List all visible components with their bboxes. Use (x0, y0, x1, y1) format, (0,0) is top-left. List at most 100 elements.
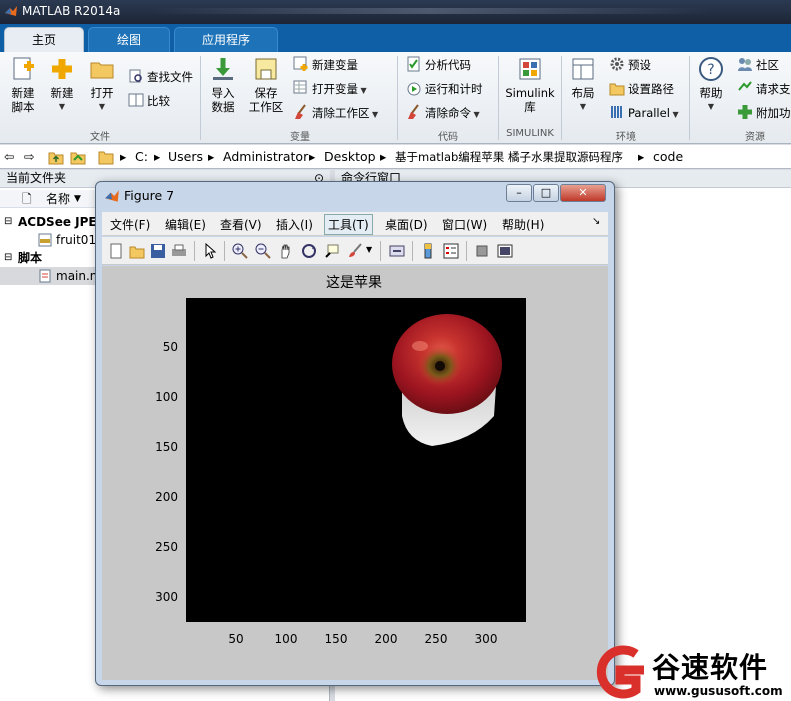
compare-button[interactable]: 比较 (128, 92, 170, 112)
menu-window[interactable]: 窗口(W) (442, 216, 487, 233)
app-title: MATLAB R2014a (22, 4, 121, 18)
save-icon[interactable] (150, 243, 166, 259)
new-script-button[interactable]: 新建 脚本 (6, 56, 40, 114)
analyze-code-button[interactable]: 分析代码 (406, 56, 471, 76)
brush-icon[interactable] (347, 243, 363, 259)
up-folder-icon[interactable] (48, 149, 64, 165)
address-bar: ⇦ ⇨ ▸ C: ▸ Users ▸ Administrator ▸ Deskt… (0, 145, 791, 169)
clear-commands-button[interactable]: 清除命令 ▼ (406, 104, 480, 124)
path-segment[interactable]: Desktop (324, 149, 376, 164)
menu-tools[interactable]: 工具(T) (324, 214, 373, 235)
new-variable-button[interactable]: 新建变量 (293, 56, 358, 76)
menu-dock-icon[interactable]: ↘ (592, 216, 600, 227)
layout-button[interactable]: 布局 ▼ (566, 56, 600, 114)
zoom-in-icon[interactable] (232, 243, 248, 259)
path-segment[interactable]: code (653, 149, 683, 164)
maximize-button[interactable]: □ (533, 184, 559, 202)
community-icon (738, 58, 752, 71)
axes: 这是苹果 50 100 150 200 250 300 50 100 150 2… (155, 274, 526, 646)
request-support-label: 请求支 (756, 82, 791, 96)
help-button[interactable]: ? 帮助 ▼ (694, 56, 728, 114)
y-tick-label: 250 (155, 540, 178, 554)
link-plot-icon[interactable] (389, 243, 405, 259)
y-tick-label: 150 (155, 440, 178, 454)
matlab-logo-icon (5, 6, 17, 16)
add-ons-button[interactable]: 附加功 (737, 104, 791, 124)
simulink-library-button[interactable]: Simulink 库 (502, 56, 558, 114)
open-variable-button[interactable]: 打开变量 ▼ (293, 80, 367, 100)
preferences-button[interactable]: 预设 (609, 56, 651, 76)
collapse-icon[interactable]: ⊟ (4, 213, 12, 231)
minimize-button[interactable]: – (506, 184, 532, 202)
data-cursor-icon[interactable] (324, 243, 340, 259)
name-column-label[interactable]: 名称 (46, 190, 70, 207)
save-workspace-icon (255, 58, 277, 80)
gear-icon (610, 57, 624, 71)
path-segment[interactable]: C: (135, 149, 148, 164)
brush-dropdown-icon[interactable]: ▼ (366, 245, 372, 254)
open-variable-icon (293, 80, 307, 94)
hide-plot-tools-icon[interactable] (474, 243, 490, 259)
script-file-icon (39, 269, 51, 283)
file-group-label: 脚本 (18, 251, 43, 265)
path-separator: ▸ (120, 149, 127, 164)
ribbon-separator (561, 56, 562, 140)
browse-folder-icon[interactable] (70, 149, 86, 165)
figure-menu-bar: 文件(F) 编辑(E) 查看(V) 插入(I) 工具(T) 桌面(D) 窗口(W… (102, 212, 608, 236)
tab-plots[interactable]: 绘图 (88, 27, 170, 52)
find-files-button[interactable]: 查找文件 (128, 68, 193, 88)
tab-home[interactable]: 主页 (4, 27, 84, 52)
path-segment[interactable]: Administrator (223, 149, 308, 164)
import-data-button[interactable]: 导入 数据 (206, 56, 240, 114)
request-support-button[interactable]: 请求支 (737, 80, 791, 100)
new-figure-icon[interactable] (108, 243, 124, 259)
menu-help[interactable]: 帮助(H) (502, 216, 544, 233)
path-segment[interactable]: Users (168, 149, 203, 164)
menu-insert[interactable]: 插入(I) (276, 216, 313, 233)
sort-arrow-icon: ▼ (74, 194, 81, 204)
colorbar-icon[interactable] (420, 243, 436, 259)
new-dropdown-icon: ▼ (58, 102, 66, 111)
show-plot-tools-icon[interactable] (497, 243, 513, 259)
simulink-library-icon (519, 58, 541, 80)
path-separator: ▸ (154, 149, 161, 164)
new-button[interactable]: 新建 ▼ (46, 56, 78, 114)
path-segment[interactable]: 基于matlab编程苹果 橘子水果提取源码程序 (395, 149, 623, 165)
pan-hand-icon[interactable] (278, 243, 294, 259)
menu-file[interactable]: 文件(F) (110, 216, 150, 233)
x-tick-label: 50 (228, 632, 243, 646)
toolbar-separator (380, 241, 381, 261)
zoom-out-icon[interactable] (255, 243, 271, 259)
y-tick-label: 100 (155, 390, 178, 404)
rotate-3d-icon[interactable] (301, 243, 317, 259)
run-and-time-button[interactable]: 运行和计时 (406, 80, 483, 100)
new-script-label-1: 新建 (11, 86, 35, 100)
open-button[interactable]: 打开 ▼ (86, 56, 118, 114)
save-workspace-button[interactable]: 保存 工作区 (246, 56, 286, 114)
clear-workspace-button[interactable]: 清除工作区 ▼ (293, 104, 378, 124)
y-axis: 50 100 150 200 250 300 (155, 340, 178, 604)
analyze-code-label: 分析代码 (425, 58, 471, 72)
tab-apps[interactable]: 应用程序 (174, 27, 278, 52)
new-variable-icon (293, 56, 308, 71)
toolbar-separator (466, 241, 467, 261)
community-button[interactable]: 社区 (737, 56, 779, 76)
collapse-icon[interactable]: ⊟ (4, 249, 12, 267)
parallel-button[interactable]: Parallel ▼ (609, 104, 679, 124)
menu-edit[interactable]: 编辑(E) (165, 216, 206, 233)
ribbon-separator (200, 56, 201, 140)
apple-stem (435, 361, 445, 371)
broom-icon (408, 104, 419, 119)
open-file-icon[interactable] (129, 243, 145, 259)
legend-icon[interactable] (443, 243, 459, 259)
menu-desktop[interactable]: 桌面(D) (385, 216, 428, 233)
close-button[interactable]: ✕ (560, 184, 606, 202)
help-label: 帮助 (699, 86, 723, 100)
menu-view[interactable]: 查看(V) (220, 216, 262, 233)
set-path-button[interactable]: 设置路径 (609, 80, 674, 100)
back-icon[interactable]: ⇦ (4, 149, 14, 164)
x-tick-label: 300 (475, 632, 498, 646)
edit-plot-arrow-icon[interactable] (202, 243, 218, 259)
print-icon[interactable] (171, 243, 187, 259)
forward-icon[interactable]: ⇨ (24, 149, 34, 164)
